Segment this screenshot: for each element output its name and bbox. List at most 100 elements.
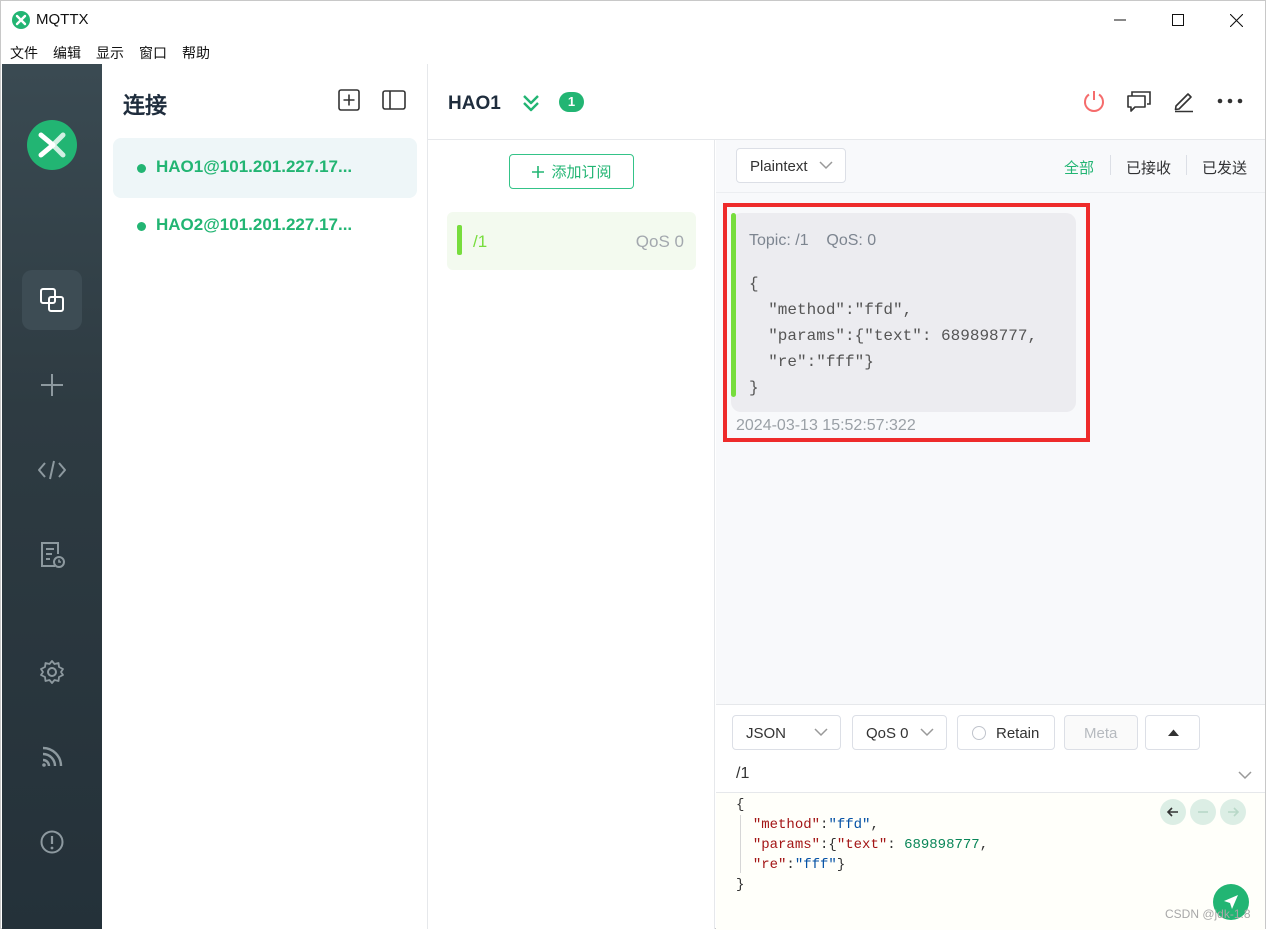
payload-editor[interactable]: { "method":"ffd", "params":{"text": 6898… (716, 793, 1265, 930)
message-time: 2024-03-13 15:52:57:322 (736, 417, 916, 434)
double-chevron-down-icon (523, 95, 539, 112)
menu-file[interactable]: 文件 (10, 39, 38, 64)
new-connection-button[interactable] (335, 86, 363, 114)
minimize-button[interactable] (1091, 1, 1149, 39)
publish-panel: JSON QoS 0 Retain Meta /1 {"method":"ff… (716, 704, 1265, 930)
publish-qos-select[interactable]: QoS 0 (852, 715, 947, 750)
menu-help[interactable]: 帮助 (182, 39, 210, 64)
history-forward-button[interactable] (1220, 799, 1246, 825)
subscription-item[interactable]: /1 QoS 0 (447, 212, 696, 270)
publish-format-value: JSON (746, 725, 787, 742)
nav-new-connection[interactable] (22, 355, 82, 415)
minus-icon (1198, 811, 1208, 813)
caret-up-icon (1168, 729, 1179, 736)
collapse-publish-button[interactable] (1145, 715, 1200, 750)
message-payload: { "method":"ffd", "params":{"text": 6898… (749, 271, 1037, 401)
mqttx-logo-icon (12, 11, 30, 29)
payload-format-select[interactable]: Plaintext (736, 148, 846, 183)
maximize-button[interactable] (1149, 1, 1207, 39)
connection-status-dot (137, 222, 146, 231)
maximize-icon (1172, 14, 1184, 26)
close-button[interactable] (1207, 1, 1265, 39)
menu-view[interactable]: 显示 (96, 39, 124, 64)
message-list: Topic: /1 QoS: 0 { "method":"ffd", "para… (716, 193, 1265, 704)
history-back-button[interactable] (1160, 799, 1186, 825)
watermark: CSDN @jdk-1.8 (1165, 907, 1251, 921)
nav-about[interactable] (22, 812, 82, 872)
mqttx-logo-icon (27, 120, 77, 170)
sidebar-layout-icon (382, 90, 406, 110)
connection-name: HAO2@101.201.227.17... (156, 215, 353, 234)
plus-icon (532, 165, 545, 178)
chevron-down-icon (814, 728, 828, 737)
connections-icon (40, 288, 64, 312)
connection-name: HAO1@101.201.227.17... (156, 157, 353, 176)
message-color-bar (731, 213, 736, 397)
publish-format-select[interactable]: JSON (732, 715, 841, 750)
edit-connection-button[interactable] (1170, 87, 1198, 115)
nav-settings[interactable] (22, 642, 82, 702)
add-square-icon (338, 89, 360, 111)
menu-edit[interactable]: 编辑 (53, 39, 81, 64)
payload-line: "params":{"text": 689898777, (749, 327, 1038, 345)
expand-button[interactable] (517, 89, 545, 117)
script-icon (38, 460, 66, 480)
add-subscription-button[interactable]: 添加订阅 (509, 154, 634, 189)
payload-code: { "method":"ffd", "params":{"text": 6898… (736, 797, 989, 893)
toggle-sidebar-button[interactable] (380, 86, 408, 114)
disconnect-button[interactable] (1080, 87, 1108, 115)
subscription-topic: /1 (473, 232, 488, 251)
app-window: MQTTX 文件 编辑 显示 窗口 帮助 连接 HAO1@101.201.227… (0, 0, 1266, 930)
nav-feed[interactable] (22, 727, 82, 787)
connection-header: HAO1 1 (428, 64, 1265, 140)
nav-rail (2, 64, 102, 929)
retain-radio (972, 726, 986, 740)
payload-line: { (749, 275, 759, 293)
connection-item[interactable]: HAO1@101.201.227.17... (113, 138, 417, 198)
edit-icon (1174, 93, 1193, 113)
connection-status-dot (137, 164, 146, 173)
publish-qos-value: QoS 0 (866, 725, 909, 742)
filter-all[interactable]: 全部 (1064, 157, 1094, 178)
minimize-icon (1114, 19, 1126, 21)
message-card[interactable]: Topic: /1 QoS: 0 { "method":"ffd", "para… (731, 213, 1076, 412)
more-button[interactable] (1216, 87, 1244, 115)
publish-topic-input[interactable]: /1 (736, 765, 749, 783)
message-meta: Topic: /1 QoS: 0 (749, 232, 876, 250)
connection-title: HAO1 (448, 93, 501, 114)
payload-line: } (749, 379, 759, 397)
add-subscription-label: 添加订阅 (551, 164, 612, 181)
chat-icon (1127, 91, 1151, 112)
meta-label: Meta (1084, 725, 1118, 742)
message-toolbar: Plaintext 全部 已接收 已发送 (716, 140, 1265, 193)
subscription-count-badge: 1 (559, 92, 584, 112)
history-clear-button[interactable] (1190, 799, 1216, 825)
log-icon (41, 542, 65, 568)
message-qos: QoS: 0 (826, 232, 877, 249)
subscription-color-bar (457, 225, 462, 255)
filter-sent[interactable]: 已发送 (1202, 157, 1247, 178)
payload-line: "method":"ffd", (749, 301, 913, 319)
chat-view-button[interactable] (1125, 87, 1153, 115)
menu-window[interactable]: 窗口 (139, 39, 167, 64)
chevron-down-icon (819, 161, 833, 170)
retain-label: Retain (996, 725, 1040, 742)
chevron-down-icon[interactable] (1238, 771, 1252, 780)
about-icon (40, 830, 64, 854)
settings-icon (40, 660, 64, 684)
feed-icon (42, 746, 63, 767)
nav-logs[interactable] (22, 525, 82, 585)
connection-item[interactable]: HAO2@101.201.227.17... (113, 196, 417, 256)
nav-scripts[interactable] (22, 440, 82, 500)
meta-button[interactable]: Meta (1064, 715, 1138, 750)
filter-received[interactable]: 已接收 (1126, 157, 1171, 178)
filter-divider (1186, 155, 1187, 175)
menu-bar: 文件 编辑 显示 窗口 帮助 (1, 39, 1265, 64)
nav-connections[interactable] (22, 270, 82, 330)
window-title: MQTTX (36, 11, 89, 28)
close-icon (1229, 13, 1243, 27)
arrow-right-icon (1228, 807, 1240, 817)
retain-toggle[interactable]: Retain (957, 715, 1055, 750)
connections-panel: 连接 HAO1@101.201.227.17... HAO2@101.201.2… (102, 64, 428, 929)
arrow-left-icon (1166, 807, 1178, 817)
